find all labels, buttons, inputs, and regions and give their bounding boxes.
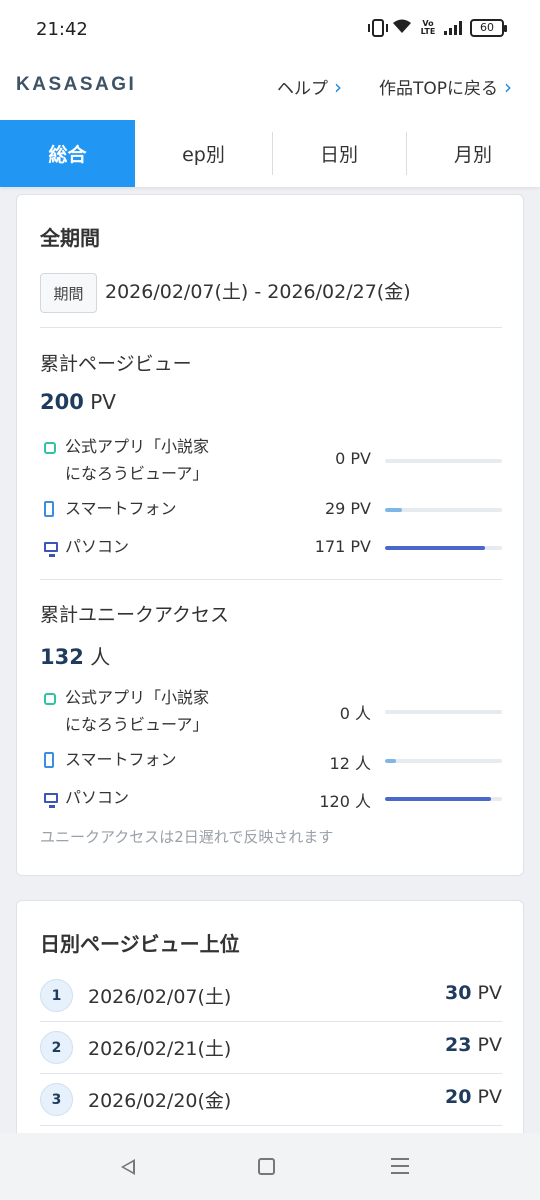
- work-top-link-label: 作品TOPに戻る: [379, 79, 499, 99]
- rank-date: 2026/02/20(金): [88, 1090, 232, 1112]
- app-icon: [44, 442, 56, 454]
- pc-icon: [44, 542, 58, 557]
- unique-total: 132 人: [40, 641, 110, 670]
- pv-row-smartphone-value: 29 PV: [324, 499, 371, 518]
- help-link-label: ヘルプ: [277, 79, 328, 99]
- ranking-row[interactable]: 2 2026/02/21(土) 23 PV: [40, 1022, 502, 1074]
- tab-total[interactable]: 総合: [0, 120, 135, 187]
- divider: [40, 327, 502, 328]
- unique-note: ユニークアクセスは2日遅れで反映されます: [40, 828, 334, 846]
- pv-row-pc-label: パソコン: [65, 537, 130, 556]
- pv-row-pc: パソコン 171 PV: [40, 533, 502, 563]
- app-header: KASASAGI ヘルプ › 作品TOPに戻る ›: [0, 54, 540, 120]
- pc-icon: [44, 793, 58, 808]
- pv-row-app-bar: [385, 459, 502, 463]
- ua-row-pc: パソコン 120 人: [40, 784, 502, 814]
- divider: [40, 1125, 502, 1126]
- ua-row-pc-label: パソコン: [65, 788, 130, 807]
- ua-row-app: 公式アプリ「小説家 になろうビューア」 0 人: [40, 684, 502, 740]
- back-icon[interactable]: [121, 1159, 135, 1175]
- rank-value-unit: PV: [477, 1034, 502, 1056]
- ranking-row[interactable]: 1 2026/02/07(土) 30 PV: [40, 970, 502, 1022]
- chevron-right-icon: ›: [334, 74, 342, 99]
- rank-value: 30 PV: [445, 982, 502, 1004]
- rank-value: 20 PV: [445, 1086, 502, 1108]
- work-top-link[interactable]: 作品TOPに戻る ›: [379, 74, 513, 100]
- period-label: 期間: [40, 273, 97, 313]
- pv-row-smartphone-bar: [385, 508, 502, 512]
- wifi-icon: [392, 18, 412, 38]
- pageviews-total-unit: PV: [90, 390, 116, 414]
- tab-bar: 総合 ep別 日別 月別: [0, 120, 540, 187]
- pageviews-title: 累計ページビュー: [40, 353, 192, 375]
- ranking-title: 日別ページビュー上位: [40, 932, 240, 956]
- status-icons: Vo LTE 60: [368, 18, 507, 38]
- app-icon: [44, 693, 56, 705]
- summary-title: 全期間: [40, 226, 100, 250]
- tab-daily[interactable]: 日別: [272, 120, 406, 187]
- rank-badge: 1: [40, 979, 73, 1012]
- unique-title: 累計ユニークアクセス: [40, 604, 230, 626]
- ua-row-app-label-1: 公式アプリ「小説家: [65, 688, 210, 707]
- rank-date: 2026/02/21(土): [88, 1038, 232, 1060]
- rank-value-unit: PV: [477, 1086, 502, 1108]
- home-icon[interactable]: [258, 1158, 275, 1175]
- unique-total-unit: 人: [90, 645, 111, 669]
- vibrate-icon: [368, 19, 388, 37]
- pv-row-app-value: 0 PV: [335, 449, 371, 468]
- summary-card: 全期間 期間 2026/02/07(土) - 2026/02/27(金) 累計ペ…: [16, 194, 524, 876]
- volte-icon: Vo LTE: [420, 19, 436, 36]
- ua-row-smartphone-bar: [385, 759, 502, 763]
- rank-value-number: 23: [445, 1034, 472, 1056]
- help-link[interactable]: ヘルプ ›: [277, 74, 342, 100]
- ua-row-smartphone: スマートフォン 12 人: [40, 746, 502, 776]
- ua-row-smartphone-bar-fill: [385, 759, 396, 763]
- rank-value-unit: PV: [477, 982, 502, 1004]
- ua-row-app-value: 0 人: [339, 704, 371, 723]
- period-range: 2026/02/07(土) - 2026/02/27(金): [105, 281, 411, 303]
- recent-apps-icon[interactable]: [391, 1158, 409, 1179]
- pageviews-total: 200 PV: [40, 390, 116, 414]
- pv-row-pc-bar: [385, 546, 502, 550]
- ranking-row[interactable]: 3 2026/02/20(金) 20 PV: [40, 1074, 502, 1126]
- status-time: 21:42: [36, 19, 88, 40]
- ua-row-pc-bar-fill: [385, 797, 492, 801]
- pageviews-total-value: 200: [40, 390, 84, 414]
- smartphone-icon: [44, 501, 54, 517]
- pv-row-pc-value: 171 PV: [314, 537, 371, 556]
- pv-row-smartphone-bar-fill: [385, 508, 402, 512]
- ua-row-pc-bar: [385, 797, 502, 801]
- chevron-right-icon: ›: [504, 74, 513, 99]
- rank-value: 23 PV: [445, 1034, 502, 1056]
- divider: [40, 579, 502, 580]
- system-nav-bar: [0, 1133, 540, 1200]
- ua-row-app-bar: [385, 710, 502, 714]
- status-bar: 21:42 Vo LTE 60: [0, 0, 540, 54]
- tab-episode[interactable]: ep別: [135, 120, 272, 187]
- battery-icon: 60: [470, 19, 507, 37]
- ua-row-smartphone-label: スマートフォン: [65, 750, 177, 769]
- ua-row-pc-value: 120 人: [319, 792, 371, 811]
- ua-row-app-label-2: になろうビューア」: [65, 715, 209, 734]
- pv-row-smartphone-label: スマートフォン: [65, 499, 177, 518]
- rank-badge: 3: [40, 1083, 73, 1116]
- smartphone-icon: [44, 752, 54, 768]
- ua-row-smartphone-value: 12 人: [329, 754, 371, 773]
- rank-badge: 2: [40, 1031, 73, 1064]
- pv-row-app-label-1: 公式アプリ「小説家: [65, 437, 210, 456]
- unique-total-value: 132: [40, 645, 84, 669]
- rank-value-number: 20: [445, 1086, 472, 1108]
- rank-date: 2026/02/07(土): [88, 986, 232, 1008]
- pv-row-app-label-2: になろうビューア」: [65, 464, 209, 483]
- pv-row-app: 公式アプリ「小説家 になろうビューア」 0 PV: [40, 433, 502, 489]
- pv-row-smartphone: スマートフォン 29 PV: [40, 495, 502, 525]
- site-logo[interactable]: KASASAGI: [16, 74, 136, 96]
- signal-icon: [444, 21, 462, 35]
- rank-value-number: 30: [445, 982, 472, 1004]
- pv-row-pc-bar-fill: [385, 546, 486, 550]
- tab-monthly[interactable]: 月別: [406, 120, 540, 187]
